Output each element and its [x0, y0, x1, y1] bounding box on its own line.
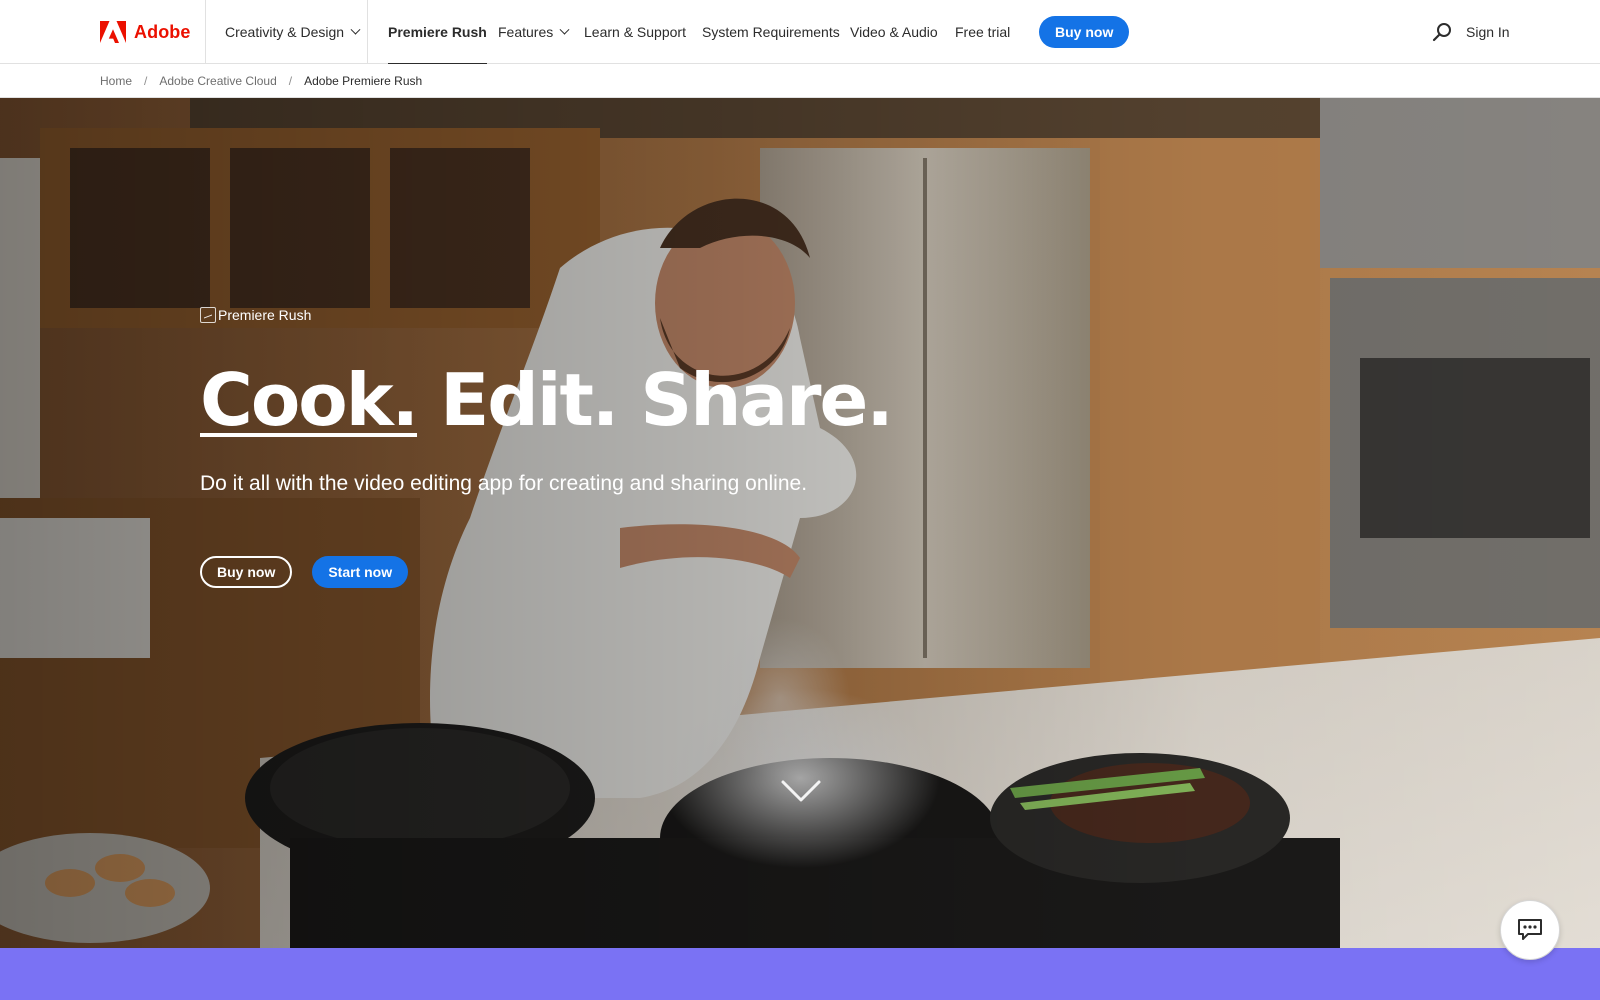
buy-now-button[interactable]: Buy now — [1039, 16, 1130, 48]
breadcrumb-current: Adobe Premiere Rush — [304, 73, 423, 88]
nav-learn-support[interactable]: Learn & Support — [584, 0, 686, 64]
headline-rest: Edit. Share. — [440, 358, 894, 442]
chevron-down-icon — [559, 24, 570, 35]
nav-system-requirements[interactable]: System Requirements — [702, 0, 840, 64]
nav-divider — [205, 0, 206, 64]
hero-subhead: Do it all with the video editing app for… — [200, 472, 808, 495]
chevron-down-icon — [350, 24, 361, 35]
global-nav: Adobe Creativity & Design Premiere Rush … — [0, 0, 1600, 65]
nav-product-premiere-rush[interactable]: Premiere Rush — [388, 0, 487, 65]
breadcrumb: Home / Adobe Creative Cloud / Adobe Prem… — [0, 64, 1600, 98]
hero-overlay — [0, 98, 1600, 948]
adobe-wordmark: Adobe — [134, 21, 191, 42]
chat-button[interactable] — [1500, 900, 1560, 960]
hero-start-now-button[interactable]: Start now — [312, 556, 409, 588]
breadcrumb-creative-cloud[interactable]: Adobe Creative Cloud — [159, 74, 276, 88]
nav-free-trial[interactable]: Free trial — [955, 0, 1010, 64]
adobe-logo-icon — [100, 21, 126, 43]
features-menu[interactable]: Features — [498, 0, 570, 64]
breadcrumb-home[interactable]: Home — [100, 74, 132, 88]
product-logo-alt-text: Premiere Rush — [218, 307, 312, 323]
search-icon[interactable] — [1430, 20, 1454, 44]
headline-highlight: Cook. — [200, 358, 419, 442]
chevron-down-icon[interactable] — [779, 776, 823, 806]
creativity-design-label: Creativity & Design — [225, 24, 345, 40]
hero-headline: Cook. Edit. Share. — [200, 358, 894, 442]
premiere-rush-logo: Premiere Rush — [200, 307, 311, 323]
hero-section: Premiere Rush Cook. Edit. Share. Do it a… — [0, 98, 1600, 948]
hero-buy-now-button[interactable]: Buy now — [200, 556, 293, 588]
breadcrumb-separator: / — [144, 73, 148, 88]
features-label: Features — [498, 24, 554, 40]
adobe-logo-link[interactable]: Adobe — [100, 0, 191, 64]
nav-video-audio[interactable]: Video & Audio — [850, 0, 938, 64]
nav-divider — [367, 0, 368, 64]
chat-bubble-icon — [1518, 919, 1542, 940]
hero-cta-group: Buy now Start now — [200, 556, 409, 588]
creativity-design-menu[interactable]: Creativity & Design — [225, 0, 361, 64]
breadcrumb-separator: / — [288, 73, 293, 88]
broken-image-icon — [200, 307, 216, 323]
sign-in-link[interactable]: Sign In — [1466, 0, 1510, 64]
next-section-band — [0, 948, 1600, 1000]
